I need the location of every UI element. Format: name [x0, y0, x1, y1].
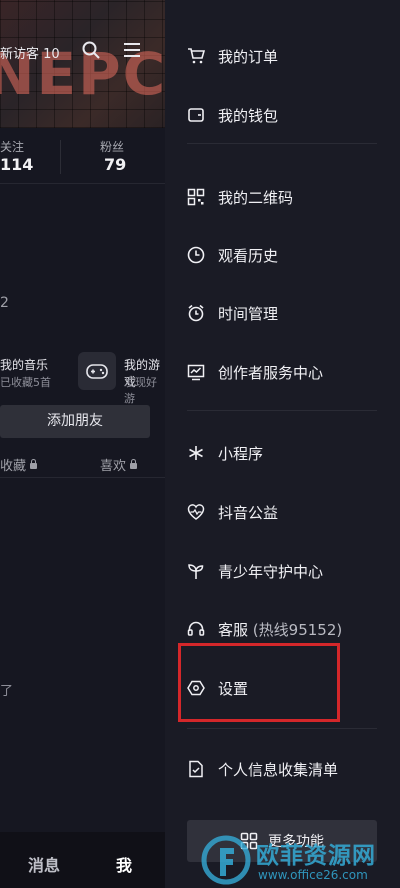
- menu-item-creator-center[interactable]: 创作者服务中心: [187, 360, 323, 384]
- menu-divider: [187, 143, 377, 144]
- empty-state-fragment: 了: [0, 684, 14, 699]
- more-features-button[interactable]: 更多功能: [187, 820, 377, 862]
- menu-item-youth-protection[interactable]: 青少年守护中心: [187, 559, 323, 583]
- my-music-title[interactable]: 我的音乐: [0, 356, 48, 373]
- profile-cover: NEPCIN: [0, 0, 165, 128]
- followers-label: 粉丝: [100, 140, 125, 154]
- settings-highlight-box: [178, 643, 340, 722]
- menu-item-time-management[interactable]: 时间管理: [187, 301, 278, 325]
- menu-item-history[interactable]: 观看历史: [187, 243, 278, 267]
- asterisk-icon: [189, 446, 203, 460]
- add-friend-button[interactable]: 添加朋友: [0, 405, 150, 438]
- following-label: 关注: [0, 140, 25, 154]
- my-music-subtitle: 已收藏5首: [0, 376, 51, 389]
- lock-icon: [130, 459, 138, 469]
- section-fragment: 2: [0, 295, 9, 311]
- chart-icon: [187, 364, 205, 381]
- stat-divider: [60, 140, 61, 174]
- more-features-label: 更多功能: [268, 834, 324, 850]
- menu-item-label: 我的订单: [218, 47, 279, 66]
- menu-item-privacy-list[interactable]: 个人信息收集清单: [187, 757, 338, 781]
- menu-item-label: 小程序: [218, 444, 264, 463]
- menu-item-charity[interactable]: 抖音公益: [187, 500, 278, 524]
- new-visitors-label[interactable]: 新访客 10: [0, 43, 60, 62]
- menu-divider: [187, 410, 377, 411]
- search-icon[interactable]: [82, 41, 100, 59]
- clock-icon: [187, 246, 205, 264]
- menu-item-label: 我的二维码: [218, 188, 294, 207]
- document-icon: [189, 760, 203, 778]
- tab-favorites[interactable]: 收藏: [0, 455, 38, 474]
- menu-item-label: 青少年守护中心: [218, 562, 324, 581]
- menu-divider: [187, 728, 377, 729]
- menu-item-label: 时间管理: [218, 304, 279, 323]
- nav-messages[interactable]: 消息: [28, 852, 60, 876]
- profile-page: NEPCIN 新访客 10 关注 114 粉丝 79 2 我的音乐 已收藏5首 …: [0, 0, 165, 888]
- grid-icon: [240, 832, 258, 850]
- cart-icon: [188, 48, 205, 64]
- menu-item-label: 创作者服务中心: [218, 363, 324, 382]
- hotline-label: (热线95152): [252, 620, 343, 639]
- menu-item-qrcode[interactable]: 我的二维码: [187, 185, 293, 209]
- menu-item-customer-service[interactable]: 客服 (热线95152): [187, 617, 342, 641]
- menu-item-label: 抖音公益: [218, 503, 279, 522]
- section-divider: [0, 183, 165, 184]
- nav-me[interactable]: 我: [116, 852, 132, 876]
- menu-item-label: 我的钱包: [218, 106, 279, 125]
- lock-icon: [30, 459, 38, 469]
- sprout-icon: [188, 564, 204, 579]
- qrcode-icon: [187, 188, 205, 206]
- bottom-nav: 消息 我: [0, 832, 165, 888]
- customer-service-label: 客服: [218, 620, 249, 639]
- menu-item-orders[interactable]: 我的订单: [187, 44, 278, 68]
- followers-count[interactable]: 79: [104, 155, 126, 174]
- hamburger-menu-icon[interactable]: [124, 43, 140, 57]
- menu-item-label: 客服 (热线95152): [218, 619, 342, 640]
- wallet-icon: [188, 108, 204, 122]
- menu-item-mini-programs[interactable]: 小程序: [187, 441, 263, 465]
- following-count[interactable]: 114: [0, 155, 33, 174]
- heart-pulse-icon: [187, 504, 205, 520]
- my-games-subtitle: 发现好游: [124, 376, 157, 405]
- menu-item-wallet[interactable]: 我的钱包: [187, 103, 278, 127]
- tab-likes[interactable]: 喜欢: [100, 455, 138, 474]
- game-controller-icon[interactable]: [78, 352, 116, 390]
- menu-item-label: 观看历史: [218, 246, 279, 265]
- menu-item-label: 个人信息收集清单: [218, 760, 339, 779]
- headset-icon: [187, 621, 205, 636]
- alarm-icon: [188, 304, 204, 322]
- tabs-divider: [0, 477, 165, 478]
- tab-favorites-label: 收藏: [0, 459, 27, 474]
- tab-likes-label: 喜欢: [100, 459, 127, 474]
